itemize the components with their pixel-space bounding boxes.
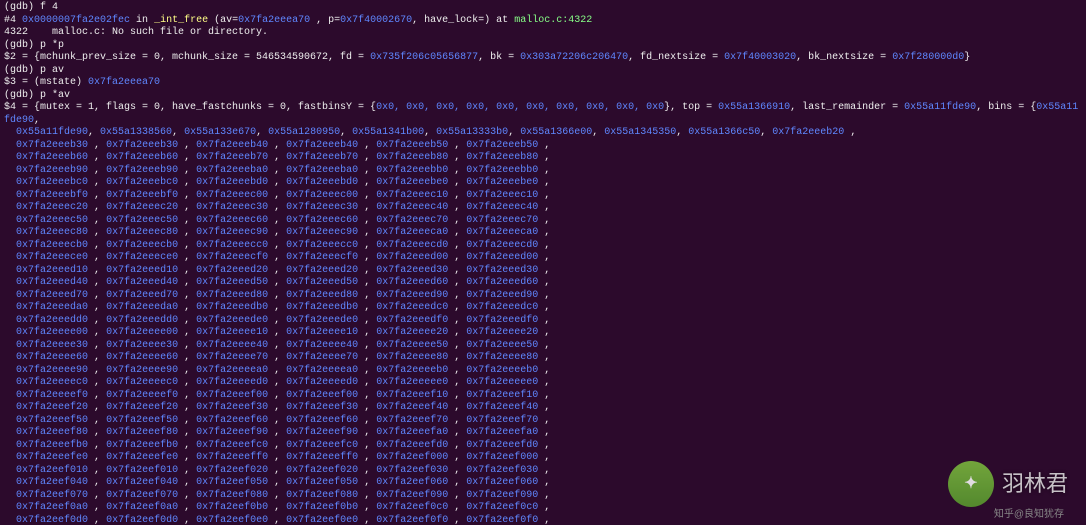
watermark-author: 羽林君 <box>1002 470 1068 498</box>
wechat-icon: ✦ <box>948 461 994 507</box>
watermark: ✦ 羽林君 <box>948 461 1068 507</box>
watermark-sub: 知乎@良知犹存 <box>994 509 1064 522</box>
terminal-output[interactable]: (gdb) f 4 #4 0x0000007fa2e02fec in _int_… <box>0 0 1086 525</box>
